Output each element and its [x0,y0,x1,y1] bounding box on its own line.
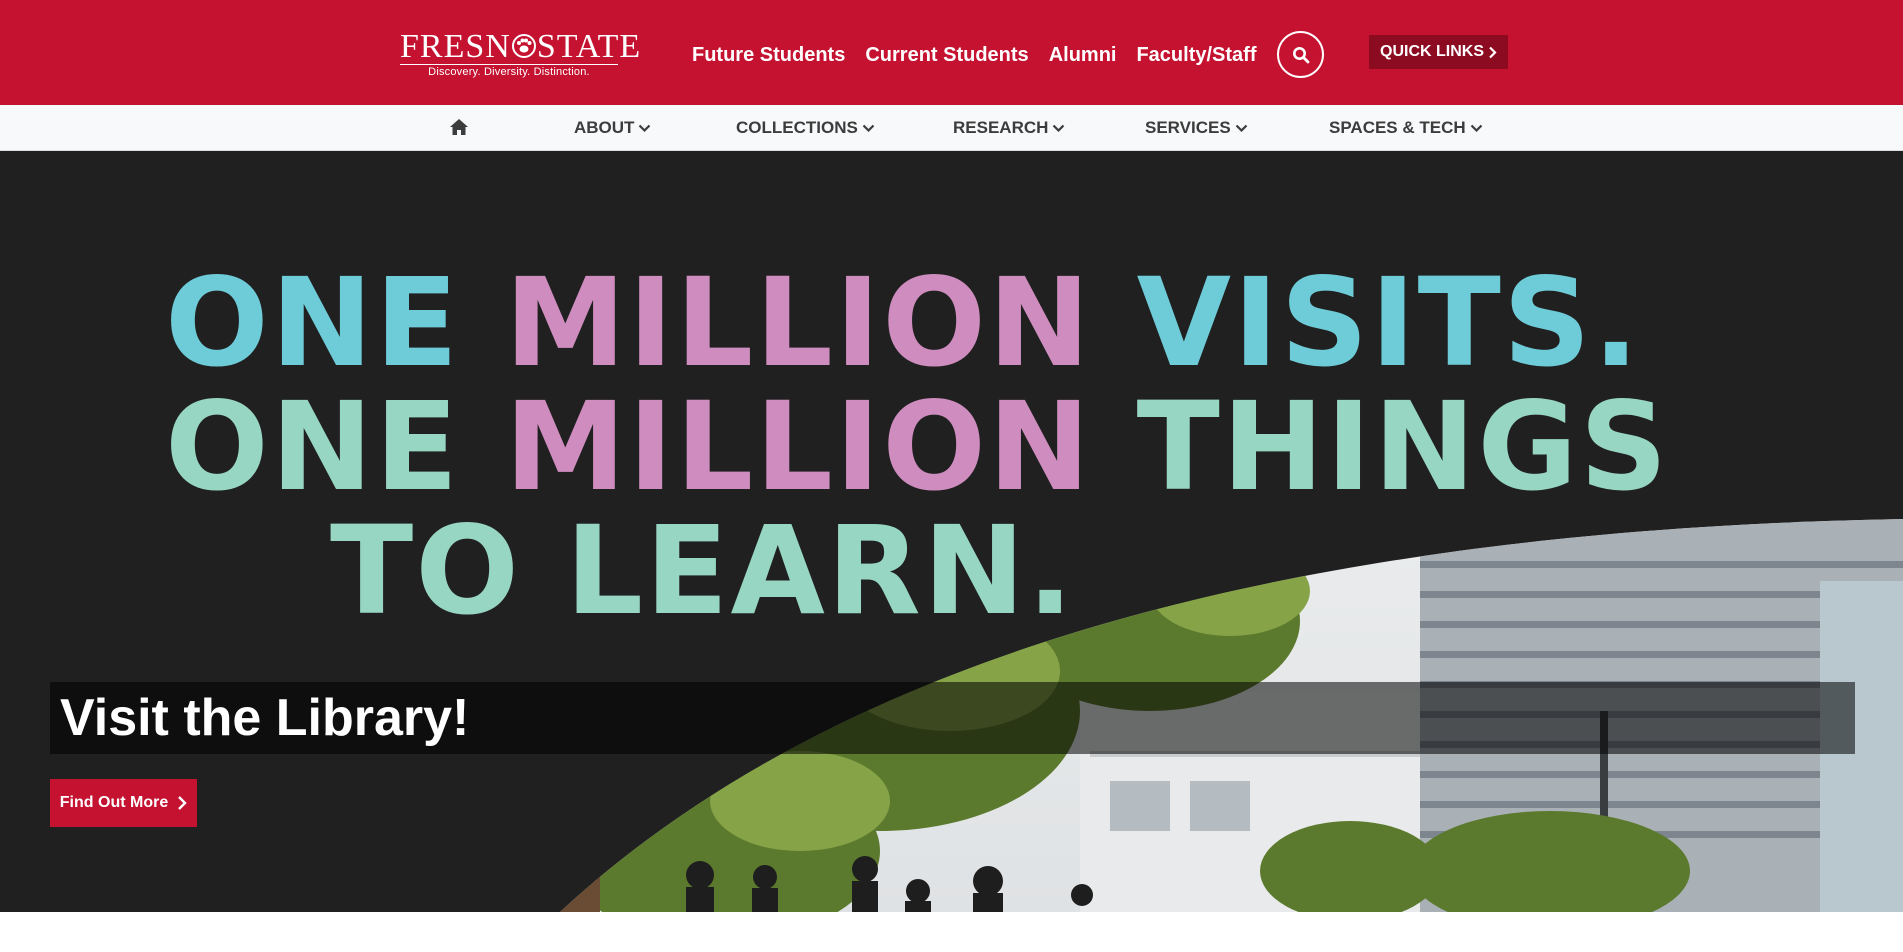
headline-word: VISITS. [1136,252,1642,394]
quick-links-label: QUICK LINKS [1380,43,1484,60]
find-out-more-label: Find Out More [59,794,169,811]
search-icon [1292,46,1309,63]
subnav-research-label: RESEARCH [953,118,1049,137]
headline-word: MILLION [504,252,1093,394]
chevron-right-icon [178,796,187,810]
subnav-services[interactable]: SERVICES [1145,118,1248,138]
fresno-state-logo[interactable]: FRESN STATE Discovery. Diversity. Distinc… [400,28,642,80]
headline-line-2: ONE MILLION THINGS [165,385,1669,509]
headline-word: THINGS [1136,376,1670,518]
headline-line-3: TO LEARN. [330,500,1076,642]
subnav-services-label: SERVICES [1145,118,1231,137]
headline-word: MILLION [504,376,1093,518]
hero-caption-bar: Visit the Library! [50,682,1855,754]
nav-future-students[interactable]: Future Students [692,42,845,68]
nav-alumni[interactable]: Alumni [1049,42,1117,68]
subnav-spaces-tech[interactable]: SPACES & TECH [1329,118,1483,138]
chevron-down-icon [1235,124,1247,132]
logo-wordmark: FRESN STATE [400,28,642,65]
library-nav: ABOUT COLLECTIONS RESEARCH SERVICES SPAC… [0,105,1903,151]
audience-nav: Future Students Current Students Alumni … [692,42,1257,68]
site-header: FRESN STATE Discovery. Diversity. Distinc… [0,0,1903,105]
chevron-down-icon [1470,124,1482,132]
find-out-more-button[interactable]: Find Out More [50,779,197,827]
hero-caption: Visit the Library! [60,689,470,747]
subnav-about-label: ABOUT [574,118,635,137]
chevron-down-icon [639,124,651,132]
nav-faculty-staff[interactable]: Faculty/Staff [1136,42,1256,68]
subnav-research[interactable]: RESEARCH [953,118,1065,138]
search-button[interactable] [1277,31,1324,78]
home-icon[interactable] [449,118,469,136]
quick-links-button[interactable]: QUICK LINKS [1369,35,1508,69]
headline-word: ONE [165,376,461,518]
subnav-collections-label: COLLECTIONS [736,118,858,137]
hero-headline: ONE MILLION VISITS. ONE MILLION THINGS T… [165,261,1669,642]
subnav-collections[interactable]: COLLECTIONS [736,118,875,138]
subnav-spaces-tech-label: SPACES & TECH [1329,118,1466,137]
headline-line-1: ONE MILLION VISITS. [165,261,1669,385]
headline-word: ONE [165,252,461,394]
chevron-down-icon [862,124,875,132]
bulldog-paw-icon [511,34,536,58]
subnav-about[interactable]: ABOUT [574,118,651,138]
chevron-right-icon [1489,46,1497,58]
hero-banner: ONE MILLION VISITS. ONE MILLION THINGS T… [0,151,1903,912]
nav-current-students[interactable]: Current Students [865,42,1028,68]
chevron-down-icon [1053,124,1065,132]
logo-tagline: Discovery. Diversity. Distinction. [428,66,590,78]
